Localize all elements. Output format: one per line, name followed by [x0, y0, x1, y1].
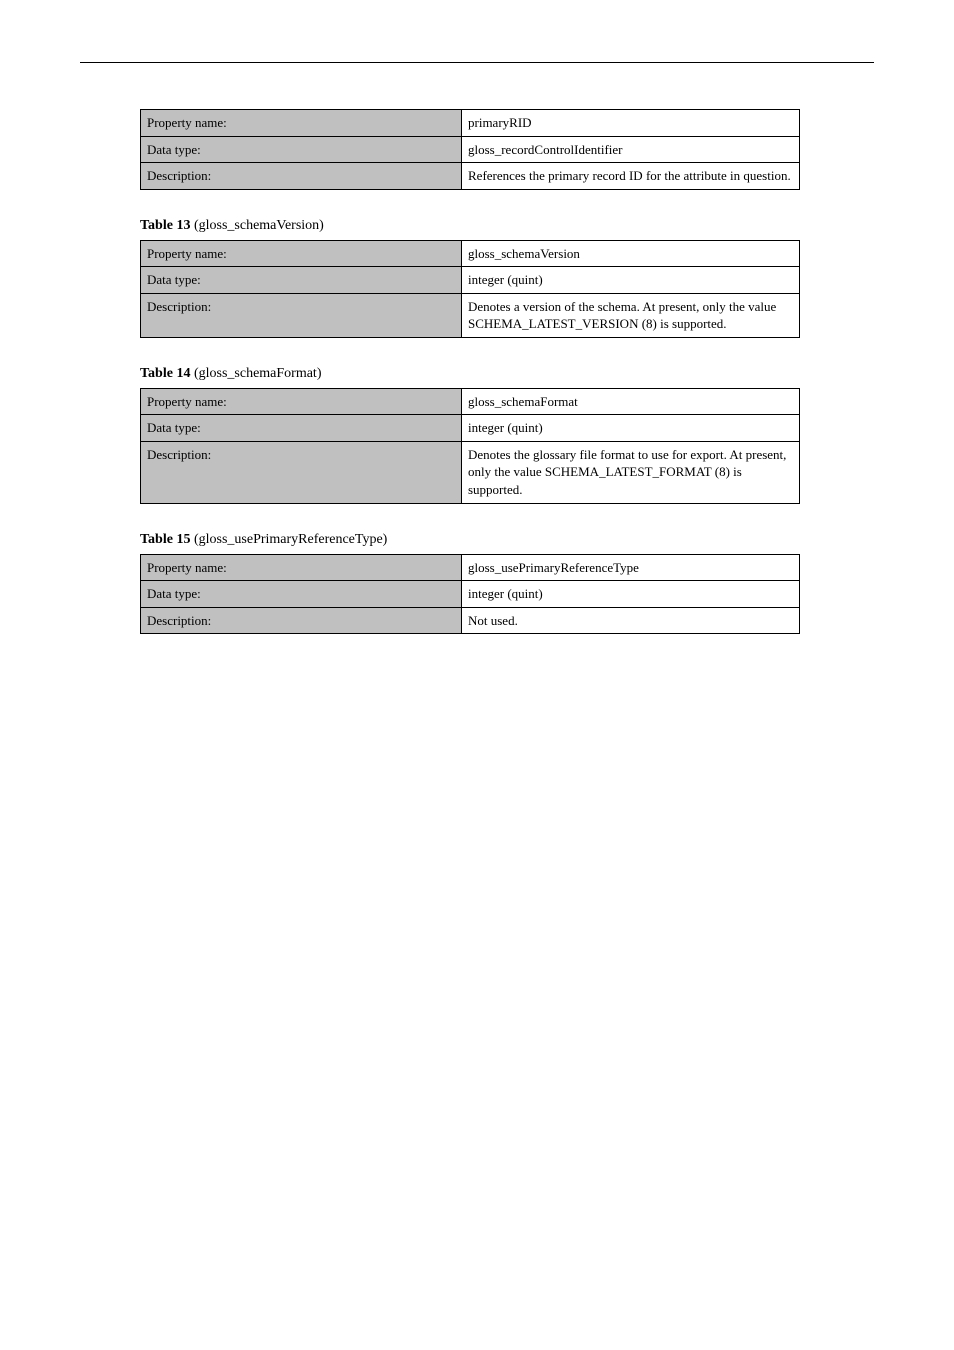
description-value: Not used.	[462, 607, 800, 634]
table-row: Data type:integer (quint)	[141, 267, 800, 294]
table-row: Data type:integer (quint)	[141, 581, 800, 608]
property-name-value: gloss_schemaFormat	[462, 388, 800, 415]
data-type-value: integer (quint)	[462, 267, 800, 294]
table-row: Property name:gloss_usePrimaryReferenceT…	[141, 554, 800, 581]
property-name-value: gloss_usePrimaryReferenceType	[462, 554, 800, 581]
data-type-value: integer (quint)	[462, 415, 800, 442]
data-type-value: integer (quint)	[462, 581, 800, 608]
table-row: Data type:integer (quint)	[141, 415, 800, 442]
data-type-label: Data type:	[141, 136, 462, 163]
property-name-value: primaryRID	[462, 110, 800, 137]
description-label: Description:	[141, 607, 462, 634]
table-row: Description:Not used.	[141, 607, 800, 634]
property-name-value: gloss_schemaVersion	[462, 240, 800, 267]
property-table: Property name:gloss_schemaVersionData ty…	[140, 240, 800, 338]
property-name-label: Property name:	[141, 240, 462, 267]
property-table: Property name:primaryRIDData type:gloss_…	[140, 109, 800, 190]
property-table: Property name:gloss_schemaFormatData typ…	[140, 388, 800, 504]
table-row: Property name:gloss_schemaVersion	[141, 240, 800, 267]
table-caption: Table 14 (gloss_schemaFormat)	[140, 366, 874, 382]
table-caption: Table 13 (gloss_schemaVersion)	[140, 218, 874, 234]
page-rule	[80, 62, 874, 63]
description-value: References the primary record ID for the…	[462, 163, 800, 190]
property-table: Property name:gloss_usePrimaryReferenceT…	[140, 554, 800, 635]
data-type-label: Data type:	[141, 581, 462, 608]
table-row: Description:Denotes the glossary file fo…	[141, 441, 800, 503]
data-type-label: Data type:	[141, 267, 462, 294]
description-label: Description:	[141, 441, 462, 503]
table-caption: Table 15 (gloss_usePrimaryReferenceType)	[140, 532, 874, 548]
table-row: Data type:gloss_recordControlIdentifier	[141, 136, 800, 163]
description-value: Denotes a version of the schema. At pres…	[462, 293, 800, 337]
description-label: Description:	[141, 163, 462, 190]
table-row: Property name:gloss_schemaFormat	[141, 388, 800, 415]
table-row: Property name:primaryRID	[141, 110, 800, 137]
property-name-label: Property name:	[141, 554, 462, 581]
description-value: Denotes the glossary file format to use …	[462, 441, 800, 503]
property-name-label: Property name:	[141, 110, 462, 137]
data-type-label: Data type:	[141, 415, 462, 442]
data-type-value: gloss_recordControlIdentifier	[462, 136, 800, 163]
table-row: Description:References the primary recor…	[141, 163, 800, 190]
table-row: Description:Denotes a version of the sch…	[141, 293, 800, 337]
description-label: Description:	[141, 293, 462, 337]
property-name-label: Property name:	[141, 388, 462, 415]
